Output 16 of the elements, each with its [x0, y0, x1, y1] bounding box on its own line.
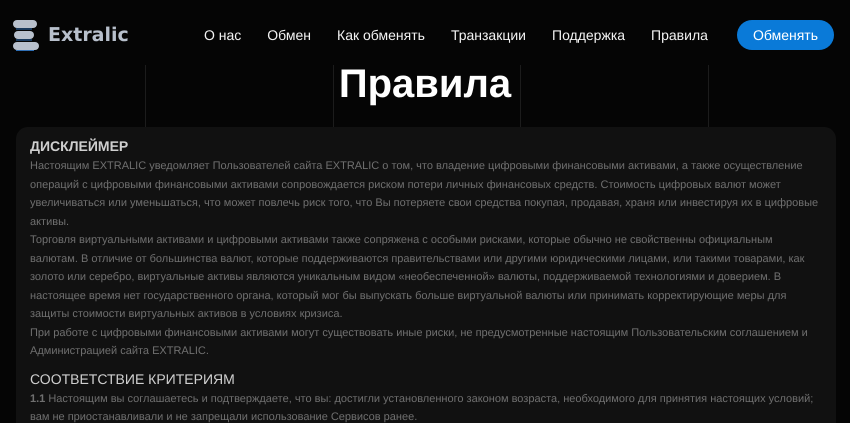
page-title: Правила	[338, 64, 512, 108]
nav-link[interactable]: Правила	[651, 27, 708, 43]
logo-text: Extralic	[48, 24, 129, 46]
nav-link[interactable]: Транзакции	[450, 27, 526, 43]
logo-icon	[12, 19, 40, 51]
section-heading: ДИСКЛЕЙМЕР	[30, 137, 130, 156]
nav-link[interactable]: Поддержка	[552, 27, 626, 43]
paragraph: Настоящим EXTRALIC уведомляет Пользователей сайта EXTRALIC о том, что владение цифровыми финансовыми активами, а также осуществление операций с цифровыми финансовыми активами сопровождается риском потери личных финансовых средств. Стоимость цифровых валют может увеличиваться или уменьшаться, что может повлечь риск того, что Вы потеряете свои средства покупая, продавая, храня или инвестируя их в цифровые активы.	[30, 159, 820, 230]
paragraph: 1.1 Настоящим вы соглашаетесь и подтверждаете, что вы: достигли установленного законом возраста, необходимого для принятия настоящих условий; вам не приостанавливали и не запрещали использование Сервисов ранее.	[30, 392, 814, 423]
exchange-button[interactable]: Обменять	[736, 20, 834, 50]
nav-link[interactable]: Обмен	[267, 27, 312, 43]
paragraph: При работе с цифровыми финансовыми активами могут существовать иные риски, не предусмотренные настоящим Пользовательским соглашением и Администрацией сайта EXTRALIC.	[30, 326, 809, 359]
section-heading: СООТВЕТСТВИЕ КРИТЕРИЯМ	[30, 370, 236, 388]
nav-link[interactable]: О нас	[204, 27, 242, 43]
nav-link[interactable]: Как обменять	[337, 27, 425, 43]
paragraph: Торговля виртуальными активами и цифровыми активами также сопряжена с особыми рисками, которые обычно не свойственны официальным валютам. В отличие от большинства валют, которые поддерживаются правительствами или другими юридическими лицами, или такими товарами, как золото или серебро, виртуальные активы являются уникальным видом «необеспеченной» валюты, поддерживаемой технологиями и доверием. В настоящее время нет государственного органа, который мог бы выпускать больше виртуальной валюты или принимать корректирующие меры для защиты стоимости виртуальных активов в условиях кризиса.	[30, 233, 806, 322]
